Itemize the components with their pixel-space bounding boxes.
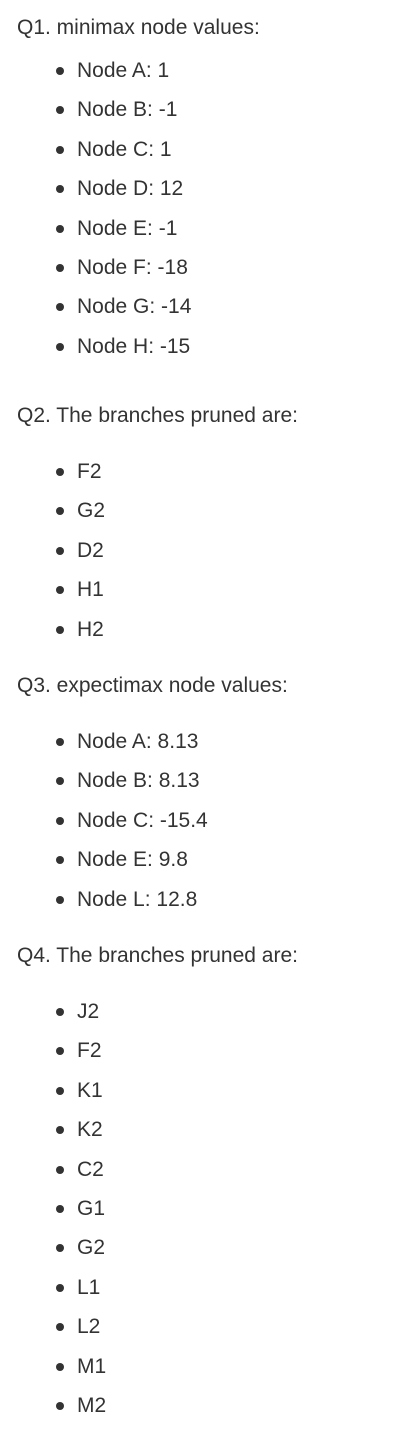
q3-heading: Q3. expectimax node values: [17, 674, 288, 697]
list-item-text: G2 [77, 1236, 106, 1260]
bullet-icon [56, 816, 64, 825]
list-item: Node B: 8.13 [0, 767, 208, 806]
list-item-text: G1 [77, 1196, 106, 1220]
answer-document: Q1. minimax node values: Node A: 1 Node … [0, 0, 412, 1442]
q1-heading: Q1. minimax node values: [17, 16, 260, 39]
list-item-text: Node L: 12.8 [77, 887, 198, 911]
list-item: F2 [0, 458, 105, 497]
bullet-icon [56, 856, 64, 865]
bullet-icon [56, 777, 64, 786]
list-item-text: H2 [77, 617, 104, 641]
list-item: D2 [0, 537, 105, 576]
bullet-icon [56, 1126, 64, 1135]
list-item: L2 [0, 1313, 106, 1352]
bullet-icon [56, 1244, 64, 1253]
bullet-icon [56, 507, 64, 516]
bullet-icon [56, 1165, 64, 1174]
bullet-icon [56, 1283, 64, 1292]
list-item: Node F: -18 [0, 254, 191, 293]
bullet-icon [56, 303, 64, 312]
bullet-icon [56, 1086, 64, 1095]
list-item: G2 [0, 497, 105, 536]
list-item-text: D2 [77, 538, 104, 562]
list-item: Node A: 1 [0, 57, 191, 96]
q4-heading: Q4. The branches pruned are: [17, 944, 298, 967]
bullet-icon [56, 738, 64, 746]
list-item: Node E: 9.8 [0, 846, 208, 885]
list-item: Node D: 12 [0, 175, 191, 214]
list-item: Node B: -1 [0, 96, 191, 135]
list-item: H1 [0, 576, 105, 615]
list-item: M1 [0, 1353, 106, 1392]
list-item: Node H: -15 [0, 333, 191, 372]
list-item-text: Node F: -18 [77, 255, 188, 279]
list-item-text: C2 [77, 1157, 104, 1181]
list-item: Node C: -15.4 [0, 807, 208, 846]
list-item-text: Node A: 8.13 [77, 730, 199, 753]
list-item-text: F2 [77, 1039, 102, 1063]
bullet-icon [56, 67, 64, 75]
list-item-text: L2 [77, 1315, 101, 1339]
list-item-text: M1 [77, 1354, 107, 1378]
list-item: G1 [0, 1195, 106, 1234]
list-item-text: H1 [77, 578, 104, 602]
list-item-text: K2 [77, 1118, 103, 1142]
bullet-icon [56, 1401, 64, 1410]
list-item: F2 [0, 1037, 106, 1076]
bullet-icon [56, 185, 64, 194]
list-item-text: Node B: -1 [77, 98, 178, 122]
bullet-icon [56, 106, 64, 115]
list-item: Node C: 1 [0, 136, 191, 175]
list-item-text: G2 [77, 499, 106, 523]
list-item-text: Node G: -14 [77, 295, 192, 319]
list-item-text: Node E: 9.8 [77, 848, 188, 872]
q2-answer-list: F2 G2 D2 H1 H2 [0, 458, 105, 655]
list-item: M2 [0, 1392, 106, 1431]
list-item-text: J2 [77, 1000, 100, 1023]
list-item: L1 [0, 1274, 106, 1313]
list-item-text: Node B: 8.13 [77, 769, 200, 793]
bullet-icon [56, 145, 64, 154]
list-item: Node A: 8.13 [0, 728, 208, 767]
list-item: Node E: -1 [0, 215, 191, 254]
list-item: J2 [0, 998, 106, 1037]
list-item: Node G: -14 [0, 293, 191, 332]
list-item-text: Node D: 12 [77, 177, 184, 201]
bullet-icon [56, 586, 64, 595]
bullet-icon [56, 1323, 64, 1332]
list-item: G2 [0, 1234, 106, 1273]
list-item-text: Node A: 1 [77, 59, 170, 82]
list-item: H2 [0, 616, 105, 655]
list-item-text: Node C: 1 [77, 137, 172, 161]
q3-answer-list: Node A: 8.13 Node B: 8.13 Node C: -15.4 … [0, 728, 208, 925]
bullet-icon [56, 468, 64, 476]
list-item: C2 [0, 1156, 106, 1195]
list-item-text: M2 [77, 1393, 107, 1417]
bullet-icon [56, 342, 64, 351]
q4-answer-list: J2 F2 K1 K2 C2 G1 G2 L1 L2 M1 M2 [0, 998, 106, 1431]
bullet-icon [56, 895, 64, 904]
bullet-icon [56, 546, 64, 555]
list-item-text: L1 [77, 1275, 101, 1299]
bullet-icon [56, 625, 64, 634]
list-item: K2 [0, 1116, 106, 1155]
q1-answer-list: Node A: 1 Node B: -1 Node C: 1 Node D: 1… [0, 57, 191, 372]
list-item: Node L: 12.8 [0, 886, 208, 925]
bullet-icon [56, 1362, 64, 1371]
q2-heading: Q2. The branches pruned are: [17, 404, 298, 427]
list-item-text: K1 [77, 1078, 103, 1102]
bullet-icon [56, 1008, 64, 1016]
list-item-text: Node H: -15 [77, 334, 191, 358]
list-item-text: Node E: -1 [77, 216, 178, 240]
bullet-icon [56, 224, 64, 233]
bullet-icon [56, 1047, 64, 1056]
list-item-text: F2 [77, 460, 102, 483]
bullet-icon [56, 263, 64, 272]
bullet-icon [56, 1204, 64, 1213]
list-item: K1 [0, 1077, 106, 1116]
list-item-text: Node C: -15.4 [77, 808, 208, 832]
